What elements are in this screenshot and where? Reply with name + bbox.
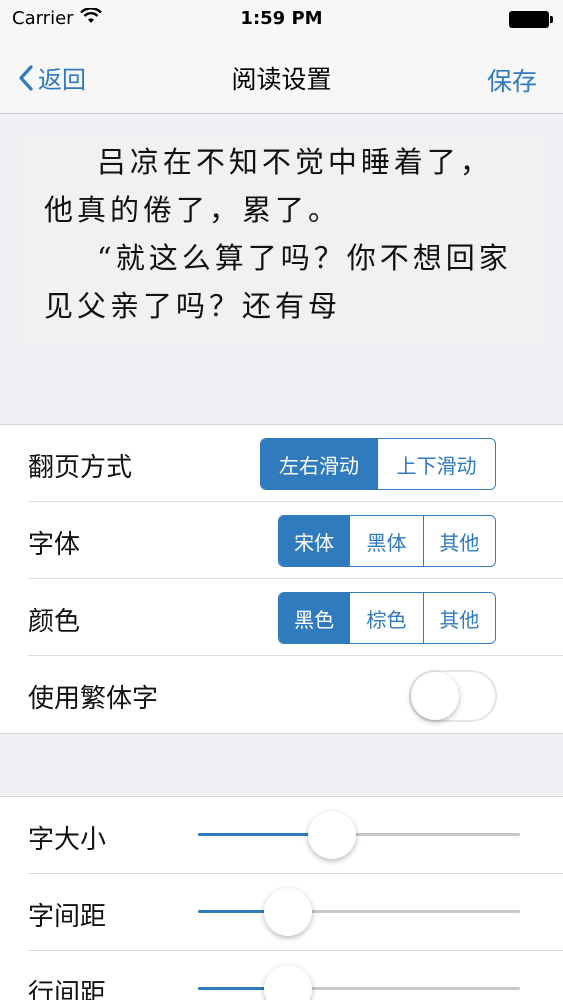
color-option-other[interactable]: 其他 bbox=[422, 593, 495, 643]
font-option-other[interactable]: 其他 bbox=[422, 516, 495, 566]
preview-text: 吕凉在不知不觉中睡着了，他真的倦了，累了。 “就这么算了吗？你不想回家见父亲了吗… bbox=[44, 145, 512, 323]
row-traditional: 使用繁体字 bbox=[0, 656, 563, 733]
color-segmented-control: 黑色 棕色 其他 bbox=[278, 592, 496, 644]
status-time: 1:59 PM bbox=[240, 8, 323, 29]
color-label: 颜色 bbox=[28, 607, 81, 637]
color-option-brown[interactable]: 棕色 bbox=[349, 593, 423, 643]
page-turn-segmented-control: 左右滑动 上下滑动 bbox=[260, 438, 496, 490]
line-spacing-slider[interactable] bbox=[198, 965, 520, 1000]
row-page-turn: 翻页方式 左右滑动 上下滑动 bbox=[0, 425, 563, 502]
page-title: 阅读设置 bbox=[231, 65, 332, 94]
font-size-slider[interactable] bbox=[198, 811, 520, 859]
row-font-size: 字大小 bbox=[0, 797, 563, 874]
row-letter-spacing: 字间距 bbox=[0, 874, 563, 951]
toggle-knob bbox=[411, 672, 459, 720]
slider-knob[interactable] bbox=[264, 888, 312, 936]
navigation-bar: 返回 阅读设置 保存 bbox=[0, 38, 563, 114]
font-label: 字体 bbox=[28, 530, 81, 560]
page-turn-label: 翻页方式 bbox=[28, 453, 133, 483]
slider-knob[interactable] bbox=[264, 965, 312, 1000]
status-bar: Carrier 1:59 PM bbox=[0, 0, 563, 38]
font-option-song[interactable]: 宋体 bbox=[279, 516, 350, 566]
font-segmented-control: 宋体 黑体 其他 bbox=[278, 515, 496, 567]
traditional-toggle[interactable] bbox=[409, 670, 497, 722]
battery-icon bbox=[509, 11, 553, 28]
save-button[interactable]: 保存 bbox=[487, 62, 537, 98]
page-turn-option-vertical[interactable]: 上下滑动 bbox=[377, 439, 495, 489]
preview-area: 吕凉在不知不觉中睡着了，他真的倦了，累了。 “就这么算了吗？你不想回家见父亲了吗… bbox=[0, 114, 563, 424]
row-color: 颜色 黑色 棕色 其他 bbox=[0, 579, 563, 656]
line-spacing-label: 行间距 bbox=[28, 979, 107, 1000]
traditional-label: 使用繁体字 bbox=[28, 684, 159, 714]
font-option-hei[interactable]: 黑体 bbox=[349, 516, 423, 566]
row-line-spacing: 行间距 bbox=[0, 951, 563, 1000]
spacing-options-group: 字大小 字间距 行间距 bbox=[0, 796, 563, 1000]
font-size-label: 字大小 bbox=[28, 825, 107, 855]
text-preview: 吕凉在不知不觉中睡着了，他真的倦了，累了。 “就这么算了吗？你不想回家见父亲了吗… bbox=[20, 134, 547, 344]
letter-spacing-slider[interactable] bbox=[198, 888, 520, 936]
reading-options-group: 翻页方式 左右滑动 上下滑动 字体 宋体 黑体 其他 颜色 黑色 棕色 其他 使… bbox=[0, 424, 563, 734]
page-turn-option-horizontal[interactable]: 左右滑动 bbox=[261, 439, 377, 489]
row-font: 字体 宋体 黑体 其他 bbox=[0, 502, 563, 579]
letter-spacing-label: 字间距 bbox=[28, 902, 107, 932]
slider-knob[interactable] bbox=[308, 811, 356, 859]
color-option-black[interactable]: 黑色 bbox=[279, 593, 350, 643]
